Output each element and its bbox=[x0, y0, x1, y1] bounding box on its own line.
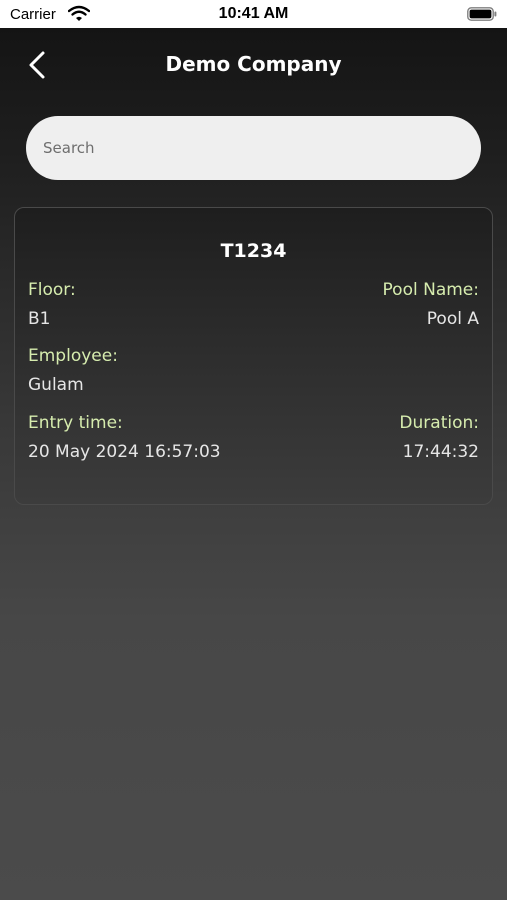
floor-label: Floor: bbox=[28, 280, 76, 300]
entry-time-label: Entry time: bbox=[28, 413, 123, 433]
ticket-card[interactable]: T1234 Floor: Pool Name: B1 Pool A Employ… bbox=[14, 207, 493, 505]
pool-name-label: Pool Name: bbox=[382, 280, 479, 300]
pool-name-value: Pool A bbox=[426, 309, 479, 329]
floor-value: B1 bbox=[28, 309, 51, 329]
employee-value: Gulam bbox=[28, 375, 84, 395]
status-bar: Carrier 10:41 AM bbox=[0, 0, 507, 28]
ticket-id: T1234 bbox=[220, 240, 287, 262]
status-time: 10:41 AM bbox=[218, 5, 289, 22]
page-title: Demo Company bbox=[165, 52, 342, 76]
employee-label: Employee: bbox=[28, 346, 118, 366]
battery-icon bbox=[467, 7, 497, 21]
duration-value: 17:44:32 bbox=[402, 442, 479, 462]
search-input[interactable] bbox=[26, 116, 481, 180]
entry-time-value: 20 May 2024 16:57:03 bbox=[28, 442, 221, 462]
duration-label: Duration: bbox=[399, 413, 479, 433]
